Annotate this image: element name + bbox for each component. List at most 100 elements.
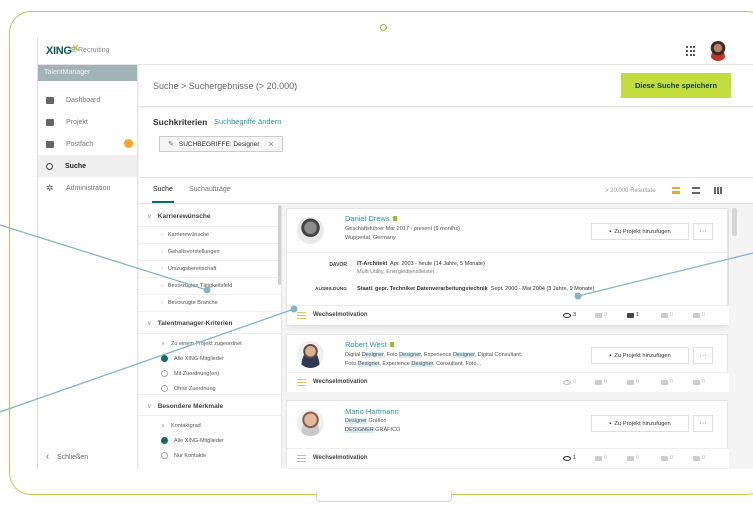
views-stat[interactable]: 1 bbox=[563, 455, 576, 461]
calendar-icon bbox=[595, 379, 602, 385]
filter-item[interactable]: › Bevorzugtes Tätigkeitsfeld bbox=[139, 278, 281, 295]
tab-suchauftraege[interactable]: Suchaufträge bbox=[189, 186, 231, 193]
folder-icon: ▪ bbox=[609, 420, 612, 427]
motivation-label: Wechselmotivation bbox=[313, 455, 368, 461]
filter-radio-option[interactable]: Nur Kontakte bbox=[139, 446, 281, 461]
add-to-project-button[interactable]: ▪ Zu Projekt hinzufügen bbox=[591, 347, 689, 364]
add-to-project-button[interactable]: ▪ Zu Projekt hinzufügen bbox=[591, 415, 689, 432]
search-term-chip[interactable]: ✎ SUCHBEGRIFFE: Designer × bbox=[159, 136, 283, 152]
message-icon bbox=[661, 312, 668, 318]
candidate-photo[interactable] bbox=[297, 217, 324, 244]
result-card[interactable]: Daniel Drews Geschäftsführer Mar 2017 - … bbox=[286, 208, 729, 325]
message-stat[interactable]: 0 bbox=[661, 312, 673, 318]
result-card[interactable]: Robert West Digital Designer, Foto Desig… bbox=[286, 334, 729, 392]
candidate-name[interactable]: Daniel Drews bbox=[345, 214, 397, 223]
chevron-right-icon: › bbox=[161, 232, 163, 238]
filter-group-label[interactable]: ∨ Zu einem Projekt zugeordnet bbox=[139, 334, 281, 349]
sidebar-item-suche[interactable]: Suche bbox=[38, 155, 137, 177]
xing-badge-icon bbox=[392, 216, 397, 221]
filter-radio-option[interactable]: Alle XING-Mitglieder bbox=[139, 431, 281, 446]
stat[interactable]: 0 bbox=[595, 312, 607, 318]
radio-unselected[interactable] bbox=[161, 385, 168, 392]
close-sidebar-button[interactable]: ‹ Schließen bbox=[46, 451, 88, 461]
grid-view-icon[interactable] bbox=[714, 187, 722, 194]
project-stat[interactable]: 1 bbox=[627, 312, 639, 318]
candidate-photo[interactable] bbox=[297, 341, 324, 368]
message-stat[interactable]: 0 bbox=[661, 379, 673, 385]
apps-grid-icon[interactable] bbox=[686, 46, 696, 56]
project-stat[interactable]: 0 bbox=[627, 379, 639, 385]
message-stat[interactable]: 0 bbox=[661, 455, 673, 461]
pencil-icon: ✎ bbox=[168, 141, 174, 148]
career-history: DAVOR IT-Architekt Apr. 2003 - heute (14… bbox=[287, 252, 729, 306]
mail-icon bbox=[46, 140, 54, 148]
note-stat[interactable]: 0 bbox=[693, 312, 705, 318]
candidate-headline-2: DESIGNER GRÁFICO bbox=[345, 427, 401, 433]
sidebar-item-dashboard[interactable]: Dashboard bbox=[38, 89, 137, 111]
sidebar-item-projekt[interactable]: Projekt bbox=[38, 111, 137, 133]
save-search-button[interactable]: Diese Suche speichern bbox=[621, 73, 731, 98]
list-view-icon[interactable] bbox=[672, 187, 680, 194]
user-avatar[interactable] bbox=[709, 41, 727, 61]
filter-radio-option[interactable]: Ohne Zuordnung bbox=[139, 379, 281, 394]
results-scrollbar[interactable] bbox=[732, 208, 737, 236]
sidebar: TalentManager Dashboard Projekt Postfach… bbox=[38, 65, 138, 469]
add-to-project-button[interactable]: ▪ Zu Projekt hinzufügen bbox=[591, 223, 689, 240]
chevron-right-icon: › bbox=[161, 249, 163, 255]
candidate-name[interactable]: Robert West bbox=[345, 340, 394, 349]
filter-radio-option[interactable]: Alle XING-Mitglieder bbox=[139, 349, 281, 364]
sidebar-item-administration[interactable]: ✲ Administration bbox=[38, 177, 137, 199]
filter-group-label[interactable]: ∨ Kontaktgrad bbox=[139, 416, 281, 431]
search-criteria: Suchkriterien Suchbegriffe ändern ✎ SUCH… bbox=[139, 108, 753, 178]
history-label: AUSBILDUNG bbox=[315, 287, 347, 292]
briefcase-icon bbox=[627, 312, 634, 318]
views-stat[interactable]: 3 bbox=[563, 312, 576, 318]
note-stat[interactable]: 0 bbox=[693, 455, 705, 461]
filter-group-text: Kontaktgrad bbox=[171, 422, 201, 429]
filter-section-title: Karrierewünsche bbox=[157, 213, 211, 220]
gear-icon: ✲ bbox=[46, 182, 54, 193]
radio-unselected[interactable] bbox=[161, 452, 168, 459]
filter-radio-option[interactable]: Mit Zuordnung(en) bbox=[139, 364, 281, 379]
button-label: Zu Projekt hinzufügen bbox=[614, 352, 671, 359]
radio-label: Alle XING-Mitglieder bbox=[174, 355, 224, 362]
sidebar-item-postfach[interactable]: Postfach bbox=[38, 133, 137, 155]
tab-suche[interactable]: Suche bbox=[153, 186, 173, 193]
stat[interactable]: 0 bbox=[595, 455, 607, 461]
calendar-icon bbox=[595, 455, 602, 461]
compact-view-icon[interactable] bbox=[692, 187, 700, 194]
radio-label: Nur Kontakte bbox=[174, 452, 207, 459]
eye-icon bbox=[563, 312, 571, 318]
project-stat[interactable]: 0 bbox=[627, 455, 639, 461]
filter-item[interactable]: › Karrierewünsche bbox=[139, 227, 281, 244]
more-options-button[interactable]: ··· bbox=[693, 223, 713, 240]
filter-scrollbar[interactable] bbox=[278, 205, 281, 285]
more-options-button[interactable]: ··· bbox=[693, 415, 713, 432]
folder-icon bbox=[46, 118, 54, 126]
header-bar: Suche > Suchergebnisse (> 20.000) Diese … bbox=[139, 65, 753, 107]
more-options-button[interactable]: ··· bbox=[693, 347, 713, 364]
filter-section-merkmale[interactable]: ∨ Besondere Merkmale bbox=[139, 394, 281, 416]
top-bar: XING✕ E-Recruiting bbox=[38, 38, 753, 65]
radio-selected[interactable] bbox=[161, 355, 168, 362]
remove-chip-icon[interactable]: × bbox=[268, 139, 273, 149]
result-card[interactable]: Mario Hartmann Designer Gráfico DESIGNER… bbox=[286, 400, 729, 468]
candidate-name[interactable]: Mario Hartmann bbox=[345, 407, 399, 416]
edit-criteria-link[interactable]: Suchbegriffe ändern bbox=[214, 117, 281, 126]
note-stat[interactable]: 0 bbox=[693, 379, 705, 385]
filter-section-talentmanager[interactable]: ∨ Talentmanager-Kriterien bbox=[139, 312, 281, 334]
motivation-row: Wechselmotivation 1 0 0 0 0 bbox=[287, 448, 729, 468]
views-stat[interactable]: 0 bbox=[563, 379, 576, 385]
product-name: E-Recruiting bbox=[71, 47, 110, 54]
filter-item[interactable]: › Gehaltsvorstellungen bbox=[139, 244, 281, 261]
radio-unselected[interactable] bbox=[161, 370, 168, 377]
filter-item[interactable]: › Bevorzugte Branche bbox=[139, 295, 281, 312]
filter-section-karrierewuensche[interactable]: ∨ Karrierewünsche bbox=[139, 205, 281, 227]
stat[interactable]: 0 bbox=[595, 379, 607, 385]
radio-selected[interactable] bbox=[161, 437, 168, 444]
filter-item[interactable]: › Umzugsbereitschaft bbox=[139, 261, 281, 278]
filter-item-label: Karrierewünsche bbox=[167, 232, 210, 238]
app-screen: XING✕ E-Recruiting TalentManager Dashboa… bbox=[37, 38, 753, 469]
filter-item-label: Bevorzugte Branche bbox=[167, 300, 218, 306]
candidate-photo[interactable] bbox=[297, 409, 324, 436]
